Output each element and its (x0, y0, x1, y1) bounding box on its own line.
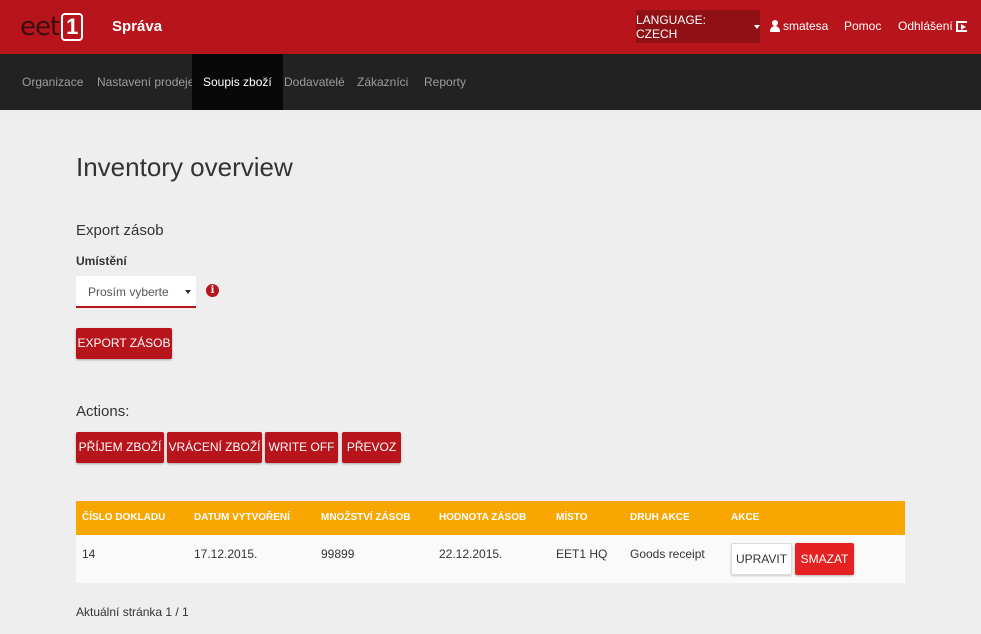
logout-link[interactable]: Odhlášení (898, 19, 967, 33)
column-header-place[interactable]: MÍSTO (556, 501, 587, 535)
page-title: Inventory overview (76, 152, 293, 182)
column-header-quantity[interactable]: MNOŽSTVÍ ZÁSOB (321, 501, 410, 535)
cell-created: 17.12.2015. (194, 547, 258, 561)
app-title[interactable]: Správa (112, 18, 162, 35)
write-off-button[interactable]: WRITE OFF (265, 432, 338, 463)
nav-item-dodavatele[interactable]: Dodavatelé (284, 54, 345, 110)
cell-action-type: Goods receipt (630, 547, 705, 561)
nav-item-organizace[interactable]: Organizace (22, 54, 83, 110)
table-row: 14 17.12.2015. 99899 22.12.2015. EET1 HQ… (76, 535, 905, 583)
user-icon (770, 20, 780, 32)
column-header-number[interactable]: ČÍSLO DOKLADU (82, 501, 165, 535)
location-select[interactable]: Prosím vyberte (76, 276, 196, 308)
eet1-logo[interactable]: eet 1 (20, 12, 84, 42)
goods-receipt-button[interactable]: PŘÍJEM ZBOŽÍ (76, 432, 164, 463)
location-label: Umístění (76, 254, 127, 268)
main-navigation: Organizace Nastavení prodeje Soupis zbož… (0, 54, 981, 110)
export-section-title: Export zásob (76, 222, 164, 239)
user-menu[interactable]: smatesa (770, 19, 828, 33)
location-select-value: Prosím vyberte (88, 285, 169, 299)
nav-item-zakaznici[interactable]: Zákazníci (357, 54, 408, 110)
actions-label: Actions: (76, 403, 130, 420)
pagination-status: Aktuální stránka 1 / 1 (76, 605, 189, 619)
column-header-actions: AKCE (731, 512, 760, 523)
logout-label: Odhlášení (898, 19, 953, 33)
user-name: smatesa (783, 19, 829, 33)
cell-place: EET1 HQ (556, 547, 608, 561)
info-icon[interactable]: i (206, 284, 219, 297)
cell-quantity: 99899 (321, 547, 355, 561)
logout-icon (955, 20, 967, 32)
help-link[interactable]: Pomoc (844, 19, 881, 33)
column-header-created[interactable]: DATUM VYTVOŘENÍ (194, 501, 290, 535)
nav-item-soupis-zbozi[interactable]: Soupis zboží (192, 54, 283, 110)
column-header-action-type[interactable]: DRUH AKCE (630, 501, 690, 535)
table-header: ČÍSLO DOKLADU DATUM VYTVOŘENÍ MNOŽSTVÍ Z… (76, 501, 905, 535)
edit-button[interactable]: UPRAVIT (731, 543, 792, 575)
select-arrow-icon (185, 290, 191, 294)
nav-item-reporty[interactable]: Reporty (424, 54, 466, 110)
delete-button[interactable]: SMAZAT (795, 543, 854, 575)
language-label: LANGUAGE: CZECH (636, 12, 707, 41)
logo-box: 1 (61, 13, 84, 41)
nav-item-nastaveni-prodeje[interactable]: Nastavení prodeje (97, 54, 194, 110)
transfer-button[interactable]: PŘEVOZ (342, 432, 401, 463)
cell-number: 14 (82, 547, 96, 561)
top-header: eet 1 Správa LANGUAGE: CZECH smatesa Pom… (0, 0, 981, 54)
caret-down-icon (754, 24, 760, 29)
cell-value: 22.12.2015. (439, 547, 503, 561)
language-dropdown[interactable]: LANGUAGE: CZECH (636, 10, 760, 43)
logo-text: eet (20, 12, 60, 42)
column-header-value[interactable]: HODNOTA ZÁSOB (439, 501, 526, 535)
goods-return-button[interactable]: VRÁCENÍ ZBOŽÍ (167, 432, 262, 463)
export-stock-button[interactable]: EXPORT ZÁSOB (76, 328, 172, 359)
